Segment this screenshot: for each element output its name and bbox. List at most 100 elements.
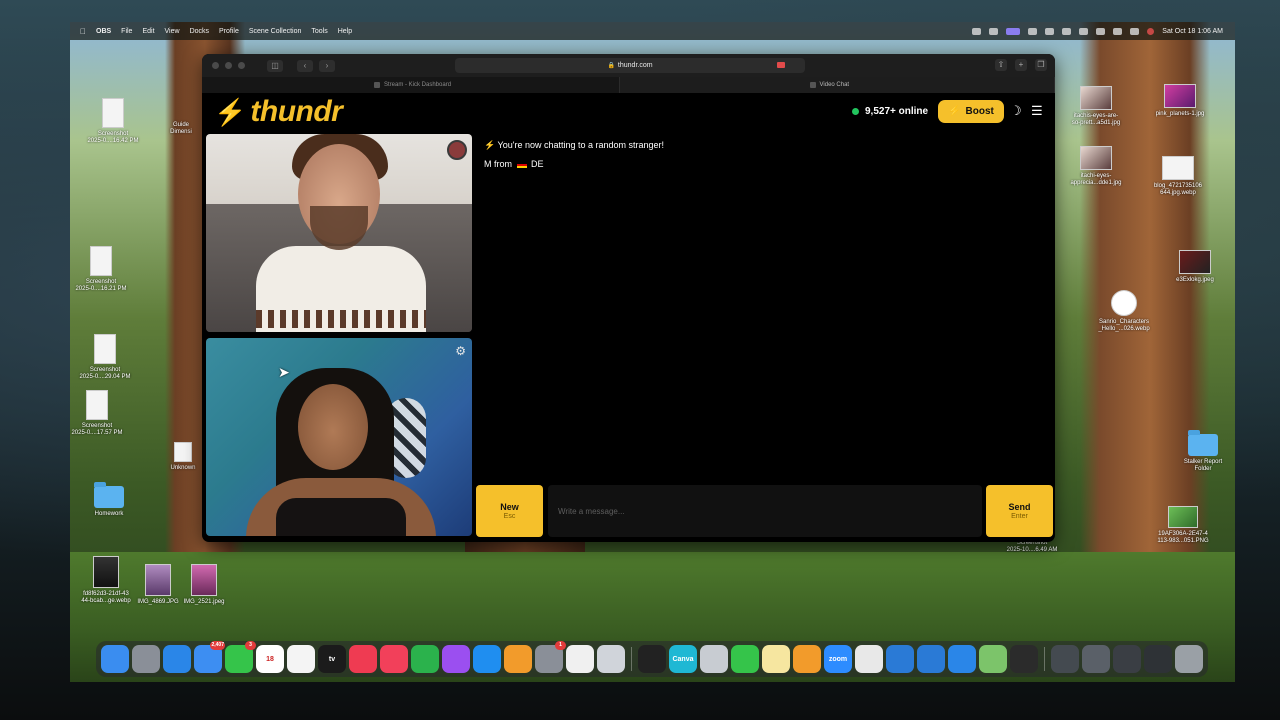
tray-icon[interactable]	[1028, 27, 1038, 35]
tray-icon[interactable]	[972, 27, 982, 35]
iphone-mirroring-icon[interactable]	[597, 645, 625, 673]
reminders-icon[interactable]	[287, 645, 315, 673]
menu-view[interactable]: View	[165, 28, 180, 35]
forward-icon[interactable]: ›	[319, 59, 335, 72]
dark-mode-moon-icon[interactable]: ☽	[1010, 103, 1022, 119]
menu-help[interactable]: Help	[338, 28, 352, 35]
share-icon[interactable]: ⇧	[995, 59, 1007, 71]
menu-profile[interactable]: Profile	[219, 28, 239, 35]
settings-sliders-icon[interactable]: ☰	[1031, 103, 1043, 119]
disk-utility-icon[interactable]	[700, 645, 728, 673]
desktop-file[interactable]: Screenshot 2025-0....17.57 PM	[62, 390, 132, 437]
bluetooth-icon[interactable]	[917, 645, 945, 673]
menu-edit[interactable]: Edit	[142, 28, 154, 35]
desktop-file[interactable]: pink_planets-1.jpg	[1145, 84, 1215, 118]
canva-icon[interactable]: Canva	[669, 645, 697, 673]
messages-icon[interactable]	[731, 645, 759, 673]
desktop-file[interactable]: Screenshot 2025-0....29.04 PM	[70, 334, 140, 381]
desktop-folder[interactable]: Homework	[74, 482, 144, 518]
screen-recording-icon[interactable]	[1006, 27, 1021, 35]
wifi-icon[interactable]	[1096, 27, 1106, 35]
recent-window-2-icon[interactable]	[1082, 645, 1110, 673]
new-chat-button[interactable]: New Esc	[476, 485, 543, 537]
desktop-file[interactable]: e3Exlokg.jpeg	[1160, 250, 1230, 284]
menu-docks[interactable]: Docks	[190, 28, 209, 35]
freeform-icon[interactable]	[566, 645, 594, 673]
send-button[interactable]: Send Enter	[986, 485, 1053, 537]
zoom-window-button[interactable]	[238, 62, 245, 69]
apple-icon[interactable]: 	[80, 27, 86, 36]
tray-icon[interactable]	[1079, 27, 1089, 35]
calendar-icon[interactable]: 18	[256, 645, 284, 673]
tray-icon[interactable]	[989, 27, 999, 35]
camera-settings-gear-icon[interactable]: ⚙	[455, 344, 466, 358]
new-tab-icon[interactable]: +	[1015, 59, 1027, 71]
vscode-icon[interactable]	[886, 645, 914, 673]
back-icon[interactable]: ‹	[297, 59, 313, 72]
apple-tv-icon[interactable]: tv	[318, 645, 346, 673]
terminal-icon[interactable]	[638, 645, 666, 673]
app-store-icon[interactable]	[948, 645, 976, 673]
user-avatar-icon[interactable]	[1147, 27, 1155, 35]
keynote-icon[interactable]	[473, 645, 501, 673]
finder-icon[interactable]	[101, 645, 129, 673]
notes-icon[interactable]	[762, 645, 790, 673]
minimize-window-button[interactable]	[225, 62, 232, 69]
zoom-icon[interactable]: zoom	[824, 645, 852, 673]
maps-icon[interactable]	[979, 645, 1007, 673]
desktop-folder[interactable]: Stalker Report Folder	[1168, 430, 1238, 473]
menu-scene-collection[interactable]: Scene Collection	[249, 28, 302, 35]
desktop-file[interactable]: Guide Dimensi	[156, 122, 206, 136]
search-icon[interactable]	[1113, 27, 1123, 35]
music-icon[interactable]	[380, 645, 408, 673]
keyboard-layout-icon[interactable]	[1062, 27, 1072, 35]
system-settings-icon[interactable]: 1	[535, 641, 566, 673]
volume-icon[interactable]	[1045, 27, 1055, 35]
podcasts-icon[interactable]	[442, 645, 470, 673]
numbers-icon[interactable]	[411, 645, 439, 673]
launchpad-icon[interactable]	[132, 645, 160, 673]
report-button[interactable]	[447, 140, 467, 160]
menu-clock[interactable]: Sat Oct 18 1:06 AM	[1162, 28, 1223, 35]
message-input[interactable]	[548, 485, 982, 537]
desktop-file[interactable]: Sanrio_Characters _Hello_...026.webp	[1089, 290, 1159, 333]
news-icon[interactable]	[349, 645, 377, 673]
desktop-file[interactable]: Screenshot 2025-10....6.49 AM	[997, 540, 1067, 554]
zoom-text: zoom	[828, 655, 848, 663]
safari-icon[interactable]	[163, 645, 191, 673]
desktop-file[interactable]: 19AF306A-2E47-4 113-983...051.PNG	[1148, 506, 1218, 545]
tab-overview-icon[interactable]: ❐	[1035, 59, 1047, 71]
file-label: Sanrio_Characters _Hello_...026.webp	[1098, 319, 1150, 332]
control-center-icon[interactable]	[1130, 27, 1140, 35]
tab-kick-dashboard[interactable]: Stream - Kick Dashboard	[202, 77, 620, 93]
thundr-logo[interactable]: ⚡ thundr	[214, 97, 343, 128]
mail-icon[interactable]: 2,407	[194, 641, 225, 673]
recent-window-3-icon[interactable]	[1113, 645, 1141, 673]
menu-app-name[interactable]: OBS	[96, 28, 111, 35]
address-bar[interactable]: 🔒 thundr.com	[455, 58, 805, 73]
trash-icon[interactable]	[1175, 645, 1203, 673]
facetime-icon[interactable]: 3	[225, 641, 256, 673]
germany-flag-icon	[516, 161, 527, 168]
desktop-file[interactable]: itachi-eyes- apprecia...dde1.jpg	[1061, 146, 1131, 187]
desktop-file[interactable]: Unknown	[158, 442, 208, 472]
close-window-button[interactable]	[212, 62, 219, 69]
obs-icon[interactable]	[1010, 645, 1038, 673]
sidebar-icon[interactable]: ◫	[267, 59, 283, 72]
chrome-icon[interactable]	[855, 645, 883, 673]
desktop-file[interactable]: itachis-eyes-are- so-prett...a5d1.jpg	[1061, 86, 1131, 127]
tab-video-chat[interactable]: Video Chat	[619, 77, 1055, 93]
menu-tools[interactable]: Tools	[311, 28, 327, 35]
file-thumbnail	[86, 390, 108, 420]
desktop-file[interactable]: blog_4721735106 644.jpg.webp	[1143, 156, 1213, 197]
recent-window-4-icon[interactable]	[1144, 645, 1172, 673]
desktop-file[interactable]: Screenshot 2025-0....16.42 PM	[78, 98, 148, 145]
desktop-file[interactable]: Screenshot 2025-0....16.21 PM	[66, 246, 136, 293]
recent-window-1-icon[interactable]	[1051, 645, 1079, 673]
pages-icon[interactable]	[504, 645, 532, 673]
boost-button[interactable]: ⚡ Boost	[938, 100, 1004, 123]
menu-file[interactable]: File	[121, 28, 132, 35]
desktop-file[interactable]: IMG_2521.jpeg	[172, 564, 236, 606]
books-icon[interactable]	[793, 645, 821, 673]
camera-in-use-icon[interactable]	[777, 62, 785, 68]
